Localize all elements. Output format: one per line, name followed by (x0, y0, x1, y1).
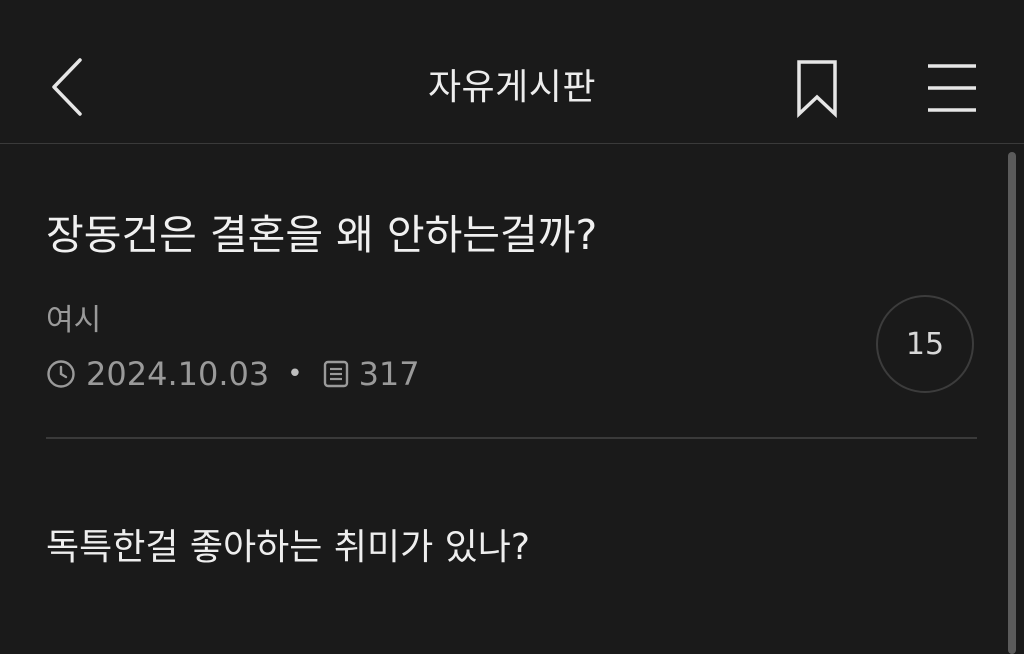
divider (46, 437, 977, 439)
comment-count-button[interactable]: 15 (876, 295, 974, 393)
back-button[interactable] (40, 50, 96, 126)
clock-icon (46, 359, 76, 389)
menu-button[interactable] (920, 56, 984, 120)
comment-count: 15 (905, 326, 945, 362)
chevron-left-icon (52, 58, 82, 116)
bookmark-icon (797, 60, 837, 119)
post-meta: 2024.10.03 • 317 (46, 352, 420, 396)
board-title: 자유게시판 (427, 67, 597, 108)
post-body: 독특한걸 좋아하는 취미가 있나? (46, 527, 530, 568)
top-navigation-bar: 자유게시판 (0, 0, 1024, 144)
post-title: 장동건은 결혼을 왜 안하는걸까? (46, 211, 598, 259)
meta-separator: • (287, 359, 303, 389)
bookmark-button[interactable] (790, 56, 846, 120)
post-date: 2024.10.03 (86, 355, 270, 393)
hamburger-menu-icon (928, 64, 976, 112)
document-views-icon (323, 360, 349, 388)
post-author[interactable]: 여시 (46, 300, 101, 342)
scrollbar[interactable] (1008, 152, 1016, 654)
post-views: 317 (358, 355, 420, 393)
